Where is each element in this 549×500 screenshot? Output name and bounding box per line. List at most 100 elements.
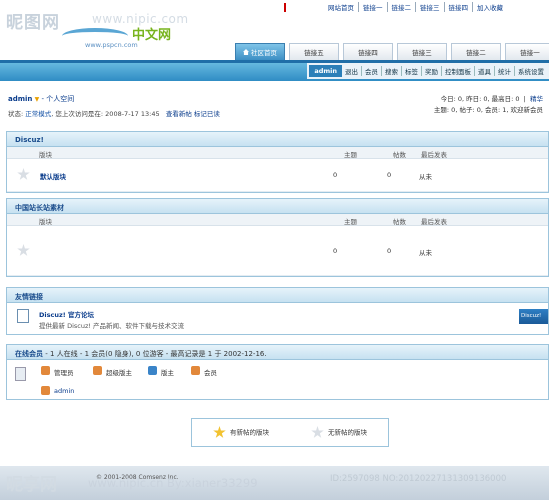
menu-admin[interactable]: admin [309, 65, 342, 77]
moderator-icon [148, 366, 157, 375]
col-lastpost: 最后发表 [421, 151, 447, 159]
online-title[interactable]: 在线会员 [15, 350, 43, 358]
menu-members[interactable]: 会员 [361, 66, 381, 76]
last-visit-text: , 您上次访问是在: 2008-7-17 13:45 [51, 110, 160, 118]
username-link[interactable]: admin [8, 95, 32, 103]
col-posts: 帖数 [393, 151, 406, 159]
menu-search[interactable]: 搜索 [381, 66, 401, 76]
top-nav-link-4[interactable]: 链接四 [443, 2, 473, 12]
role-admin: 管理员 [54, 369, 74, 377]
tab-link-1[interactable]: 链接一 [505, 43, 549, 60]
forum-icon-legend: 有新帖的版块 无新帖的版块 [191, 418, 389, 447]
category-title[interactable]: Discuz! [7, 132, 548, 147]
stats-totals: 主题: 0, 帖子: 0, 会员: 1, 欢迎新会员 [433, 106, 543, 114]
watermark-user: xianer33299 [184, 476, 258, 490]
online-members: 在线会员 - 1 人在线 - 1 会员(0 隐身), 0 位游客 - 最高记录是… [6, 344, 549, 400]
menu-stats[interactable]: 统计 [494, 66, 514, 76]
forum-lastpost: 从未 [419, 173, 432, 181]
user-icon [41, 386, 50, 395]
col-lastpost: 最后发表 [421, 218, 447, 226]
discuz-banner[interactable]: Discuz! [519, 309, 548, 324]
no-new-posts-icon [17, 168, 30, 180]
new-posts-icon [213, 426, 226, 438]
stats-today: 今日: 0, 昨日: 0, 最高日: 0 [440, 95, 520, 103]
link-row: Discuz! 官方论坛 提供最新 Discuz! 产品新闻、软件下载与技术交流… [7, 303, 548, 334]
view-new-posts-link[interactable]: 查看新帖 [166, 110, 192, 118]
menu-tags[interactable]: 标签 [401, 66, 421, 76]
top-nav-home[interactable]: 网站首页 [324, 2, 358, 12]
watermark-id: ID:2597098 NO:20120227131309136000 [330, 474, 507, 484]
col-threads: 主题 [344, 151, 357, 159]
menu-rewards[interactable]: 奖励 [421, 66, 441, 76]
forum-name-link[interactable]: 默认版块 [40, 171, 66, 181]
tab-link-2[interactable]: 链接二 [451, 43, 501, 60]
status-label: 状态: [8, 110, 24, 118]
logo-site-url: www.pspcn.com [85, 41, 138, 49]
document-icon [17, 309, 29, 323]
forum-row[interactable]: 0 0 从未 [7, 226, 548, 276]
menu-logout[interactable]: 退出 [342, 66, 361, 76]
friend-links: 友情链接 Discuz! 官方论坛 提供最新 Discuz! 产品新闻、软件下载… [6, 287, 549, 335]
link-name[interactable]: Discuz! 官方论坛 [39, 309, 94, 319]
main-tabs: 社区首页 链接五 链接四 链接三 链接二 链接一 [235, 43, 549, 60]
top-nav-bookmark[interactable]: 加入收藏 [472, 2, 507, 12]
logo-text: 中文网 [132, 28, 172, 43]
menu-control-panel[interactable]: 控制面板 [441, 66, 474, 76]
col-threads: 主题 [344, 218, 357, 226]
top-nav-link-3[interactable]: 链接三 [415, 2, 444, 12]
tab-link-4[interactable]: 链接四 [343, 43, 393, 60]
status-mode-link[interactable]: 正常模式 [25, 110, 51, 118]
forum-posts: 0 [387, 247, 392, 255]
watermark-bottom-url: www.nipic.cn By:xianer33299 [88, 476, 258, 490]
watermark-bottom-url-text: www.nipic.cn [88, 476, 164, 490]
tab-home-label: 社区首页 [251, 49, 277, 57]
link-description: 提供最新 Discuz! 产品新闻、软件下载与技术交流 [39, 322, 185, 330]
col-posts: 帖数 [393, 218, 406, 226]
forum-threads: 0 [333, 171, 338, 179]
user-info: admin ▼ - 个人空间 状态: 正常模式, 您上次访问是在: 2008-7… [8, 94, 220, 118]
forum-lastpost: 从未 [419, 249, 432, 257]
role-super-moderator: 超级版主 [106, 369, 132, 377]
menu-items[interactable]: 道具 [474, 66, 494, 76]
top-nav-link-1[interactable]: 链接一 [358, 2, 387, 12]
admin-role-icon [41, 366, 50, 375]
legend-none: 无新帖的版块 [311, 426, 367, 439]
super-moderator-icon [93, 366, 102, 375]
tab-home[interactable]: 社区首页 [235, 43, 285, 60]
top-nav-link-2[interactable]: 链接二 [386, 2, 416, 12]
online-user-link[interactable]: admin [54, 387, 74, 395]
tab-link-3[interactable]: 链接三 [397, 43, 447, 60]
chevron-down-icon[interactable]: ▼ [35, 96, 40, 103]
legend-none-label: 无新帖的版块 [328, 428, 367, 437]
links-title: 友情链接 [7, 288, 548, 303]
legend-new-label: 有新帖的版块 [230, 428, 269, 437]
online-body: 管理员 超级版主 版主 会员 admin [7, 360, 548, 400]
home-icon [243, 49, 249, 55]
menu-settings[interactable]: 系统设置 [514, 66, 547, 76]
forum-row[interactable]: 默认版块 0 0 从未 [7, 159, 548, 192]
user-menu: admin 退出 会员 搜索 标签 奖励 控制面板 道具 统计 系统设置 [307, 63, 549, 79]
forum-threads: 0 [333, 247, 338, 255]
category-title[interactable]: 中国站长站素材 [7, 199, 548, 214]
no-new-posts-icon [17, 244, 30, 256]
tab-link-5[interactable]: 链接五 [289, 43, 339, 60]
col-forum: 版块 [39, 151, 52, 159]
role-member: 会员 [204, 369, 217, 377]
col-forum: 版块 [39, 218, 52, 226]
stats-digest-link[interactable]: 精华 [530, 95, 543, 103]
no-new-posts-icon [311, 426, 324, 438]
member-role-icon [191, 366, 200, 375]
legend-new: 有新帖的版块 [213, 426, 269, 439]
online-header: 在线会员 - 1 人在线 - 1 会员(0 隐身), 0 位游客 - 最高记录是… [7, 345, 548, 360]
personal-space-link[interactable]: - 个人空间 [42, 95, 75, 103]
forum-category-material: 中国站长站素材 版块 主题 帖数 最后发表 0 0 从未 [6, 198, 549, 277]
forum-stats: 今日: 0, 昨日: 0, 最高日: 0 | 精华 主题: 0, 帖子: 0, … [433, 95, 543, 114]
members-icon [15, 367, 26, 381]
top-nav: 网站首页 链接一 链接二 链接三 链接四 加入收藏 [284, 1, 507, 13]
watermark-bottom: 昵享网 [6, 475, 57, 495]
online-summary: - 1 人在线 - 1 会员(0 隐身), 0 位游客 - 最高记录是 1 于 … [43, 350, 267, 358]
forum-category-discuz: Discuz! 版块 主题 帖数 最后发表 默认版块 0 0 从未 [6, 131, 549, 193]
column-headers: 版块 主题 帖数 最后发表 [7, 214, 548, 226]
mark-read-link[interactable]: 标记已读 [194, 110, 220, 118]
role-moderator: 版主 [161, 369, 174, 377]
